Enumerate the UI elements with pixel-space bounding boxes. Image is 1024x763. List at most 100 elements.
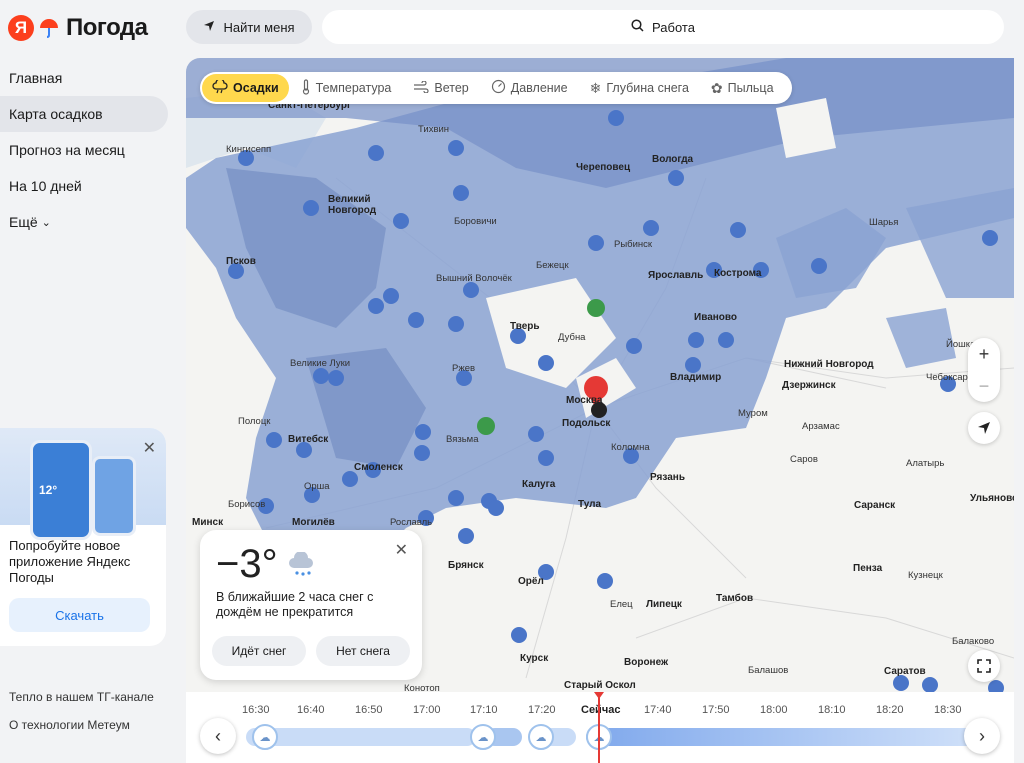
city-label: Дзержинск [782,380,836,391]
nav-item-home[interactable]: Главная [0,60,168,96]
city-label: Саранск [854,500,896,511]
tab-precipitation[interactable]: Осадки [202,74,289,102]
city-label: Владимир [670,372,722,383]
timeline-forecast-bar[interactable] [586,728,976,746]
download-button[interactable]: Скачать [9,598,150,632]
phone-image: 12° [30,440,92,540]
city-label: Саратов [884,666,926,677]
fullscreen-icon[interactable] [968,650,1000,682]
time-label: 18:00 [760,704,788,716]
forecast-description: В ближайшие 2 часа снег с дождём не прек… [216,590,374,619]
nav-item-month[interactable]: Прогноз на месяц [0,132,168,168]
find-me-button[interactable]: Найти меня [186,10,312,44]
tab-label: Температура [315,81,392,95]
now-marker[interactable] [598,692,600,763]
zoom-out-button[interactable]: − [968,370,1000,402]
close-icon[interactable]: ✕ [143,438,156,458]
tab-label: Пыльца [727,81,774,95]
phone-image [92,456,136,536]
city-label: Елец [610,599,633,610]
city-label: Пенза [853,563,883,574]
city-label: Подольск [562,418,611,429]
city-label: Рославль [390,517,433,528]
now-marker-head [594,692,604,699]
cloud-icon: ☁ [528,724,554,750]
app-title: Погода [66,14,148,41]
main-nav: Главная Карта осадков Прогноз на месяц Н… [0,60,168,240]
time-label: 17:50 [702,704,730,716]
nav-label: На 10 дней [9,178,82,194]
promo-text: Попробуйте новое приложение Яндекс Погод… [9,538,131,585]
city-label: Тверь [510,321,540,332]
pollen-icon: ✿ [710,79,723,96]
time-label: 18:10 [818,704,846,716]
timeline-next-button[interactable]: › [964,718,1000,754]
nav-item-10days[interactable]: На 10 дней [0,168,168,204]
location-arrow-icon [203,20,215,35]
city-label: Дубна [558,332,586,343]
tab-label: Давление [510,81,568,95]
city-label: Ульяновск [970,493,1014,504]
time-label: 17:00 [413,704,441,716]
city-label: Ярославль [648,270,704,281]
tg-channel-link[interactable]: Тепло в нашем ТГ-канале [9,690,154,704]
city-label: Тихвин [418,124,450,135]
city-label: Минск [192,517,224,528]
snow-chip[interactable]: Идёт снег [212,636,306,666]
city-label: Коломна [611,442,650,453]
city-label: Ржев [452,363,476,374]
snow-rain-icon [288,551,316,585]
precipitation-map[interactable]: Санкт-Петербург Тихвин Кингисепп Черепов… [186,58,1014,763]
time-label: 18:20 [876,704,904,716]
tab-wind[interactable]: Ветер [403,74,478,102]
time-label: 17:20 [528,704,556,716]
logo[interactable]: Я Погода [8,14,148,42]
timeline-past-bar[interactable] [246,728,476,746]
nav-label: Ещё [9,214,38,230]
timeline-prev-button[interactable]: ‹ [200,718,236,754]
find-me-label: Найти меня [223,19,295,35]
close-icon[interactable]: ✕ [395,540,408,560]
tab-pressure[interactable]: Давление [481,74,578,102]
search-value: Работа [652,19,695,35]
city-label: Саров [790,454,818,465]
city-label: Муром [738,408,768,419]
navigation-arrow-icon[interactable] [968,412,1000,444]
city-label: Великие Луки [290,358,351,369]
tab-snow-depth[interactable]: ❄ Глубина снега [580,74,699,102]
zoom-controls: + − [968,338,1000,402]
cloud-icon: ☁ [252,724,278,750]
nav-item-precip-map[interactable]: Карта осадков [0,96,168,132]
search-icon [631,19,644,35]
temperature-value: −3° [216,542,278,586]
sidebar: Я Погода Главная Карта осадков Прогноз н… [0,0,176,763]
tab-label: Ветер [434,81,469,95]
no-snow-chip[interactable]: Нет снега [316,636,410,666]
city-label: Кингисепп [226,144,272,155]
zoom-in-button[interactable]: + [968,338,1000,370]
city-label: Арзамас [802,421,840,432]
city-label: Великий Новгород [328,194,377,216]
timeline: 16:30 16:40 16:50 17:00 17:10 17:20 Сейч… [186,692,1014,763]
city-label: Балашов [748,665,789,676]
search-input[interactable]: Работа [322,10,1004,44]
tab-label: Глубина снега [606,81,689,95]
city-label: Витебск [288,434,329,445]
city-label: Борисов [228,499,266,510]
nav-label: Прогноз на месяц [9,142,125,158]
city-label: Шарья [869,217,899,228]
city-label: Рыбинск [614,239,653,250]
time-label: 16:50 [355,704,383,716]
city-label: Череповец [576,162,631,173]
snowflake-icon: ❄ [589,79,602,96]
city-label: Могилёв [292,517,335,528]
locate-control [968,412,1000,444]
city-label: Псков [226,256,256,267]
cloud-rain-icon [212,77,228,97]
city-label: Орша [304,481,330,492]
nav-item-more[interactable]: Ещё ⌄ [0,204,168,240]
tab-pollen[interactable]: ✿ Пыльца [701,74,784,102]
tab-temperature[interactable]: Температура [291,74,402,102]
meteum-link[interactable]: О технологии Метеум [9,718,130,732]
city-label: Тула [578,499,602,510]
